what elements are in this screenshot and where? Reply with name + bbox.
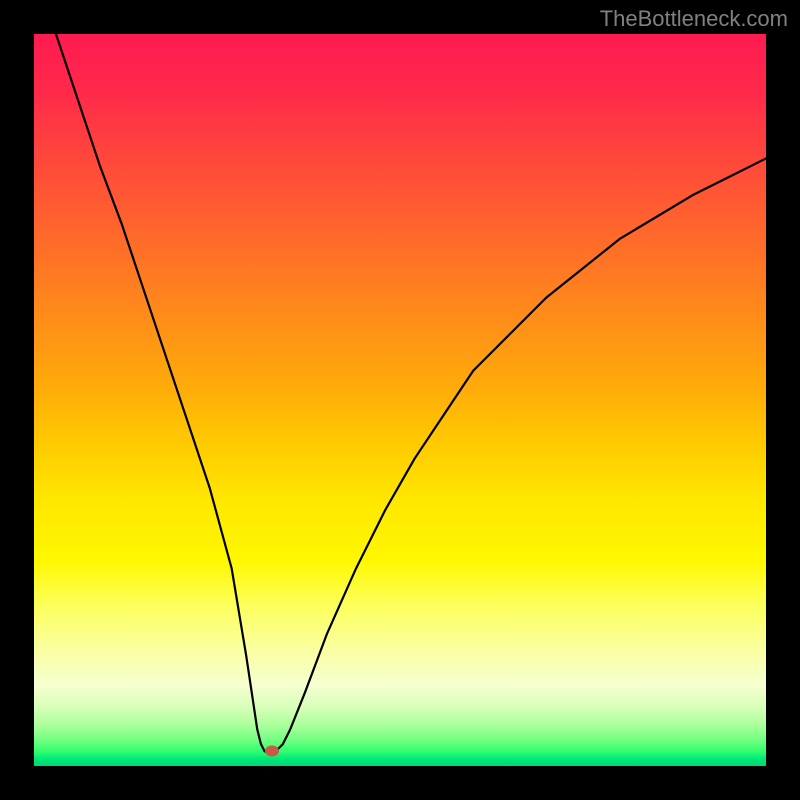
bottleneck-curve	[34, 34, 766, 766]
chart-plot-area	[34, 34, 766, 766]
watermark-text: TheBottleneck.com	[600, 6, 788, 32]
optimum-marker	[265, 746, 279, 757]
